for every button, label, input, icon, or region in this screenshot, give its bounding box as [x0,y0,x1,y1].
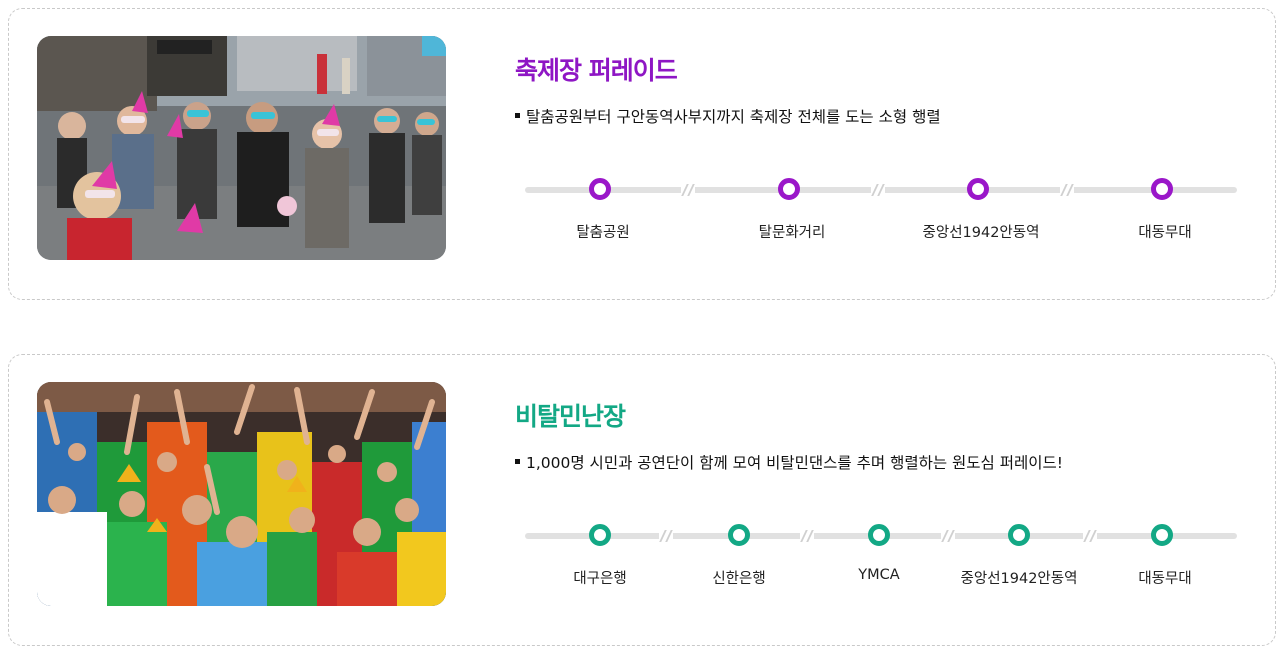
section-description: 탈춤공원부터 구안동역사부지까지 축제장 전체를 도는 소형 행렬 [515,105,941,127]
route-stop-label: 대구은행 [573,571,627,587]
section-title: 비탈민난장 [515,402,626,431]
parade-card-festival: 축제장 퍼레이드 탈춤공원부터 구안동역사부지까지 축제장 전체를 도는 소형 … [8,8,1276,300]
parade-route: 탈춤공원 탈문화거리 중앙선1942안동역 대동무대 [525,169,1237,241]
route-break-icon [681,183,695,197]
route-stop-marker [1008,524,1030,546]
colorful-dance-crowd-photo [37,382,446,606]
route-stop-label: 대동무대 [1138,571,1192,587]
masked-parade-crowd-photo [37,36,446,260]
route-stop-label: 중앙선1942안동역 [960,571,1078,587]
route-stop-marker [868,524,890,546]
route-break-icon [1083,529,1097,543]
section-title: 축제장 퍼레이드 [515,56,678,85]
parade-photo [37,382,446,606]
route-stop-label: 탈문화거리 [758,225,826,241]
route-stop-label: 탈춤공원 [576,225,630,241]
parade-photo [37,36,446,260]
route-stop-marker [589,178,611,200]
route-stop-marker [1151,524,1173,546]
route-stop-marker [778,178,800,200]
route-break-icon [659,529,673,543]
route-stop-label: 중앙선1942안동역 [922,225,1040,241]
route-break-icon [871,183,885,197]
bullet-icon [515,459,520,464]
route-stop-label: YMCA [858,567,900,583]
bullet-icon [515,113,520,118]
parade-card-vitalmin: 비탈민난장 1,000명 시민과 공연단이 함께 모여 비탈민댄스를 추며 행렬… [8,354,1276,646]
route-stop-label: 대동무대 [1138,225,1192,241]
route-stop-marker [967,178,989,200]
route-break-icon [941,529,955,543]
route-break-icon [800,529,814,543]
description-text: 탈춤공원부터 구안동역사부지까지 축제장 전체를 도는 소형 행렬 [526,108,941,126]
description-text: 1,000명 시민과 공연단이 함께 모여 비탈민댄스를 추며 행렬하는 원도심… [526,454,1063,472]
route-stop-marker [589,524,611,546]
section-description: 1,000명 시민과 공연단이 함께 모여 비탈민댄스를 추며 행렬하는 원도심… [515,451,1063,473]
route-stop-marker [1151,178,1173,200]
route-break-icon [1060,183,1074,197]
route-stop-marker [728,524,750,546]
parade-route: 대구은행 신한은행 YMCA 중앙선1942안동역 대동무대 [525,515,1237,587]
route-stop-label: 신한은행 [712,571,766,587]
